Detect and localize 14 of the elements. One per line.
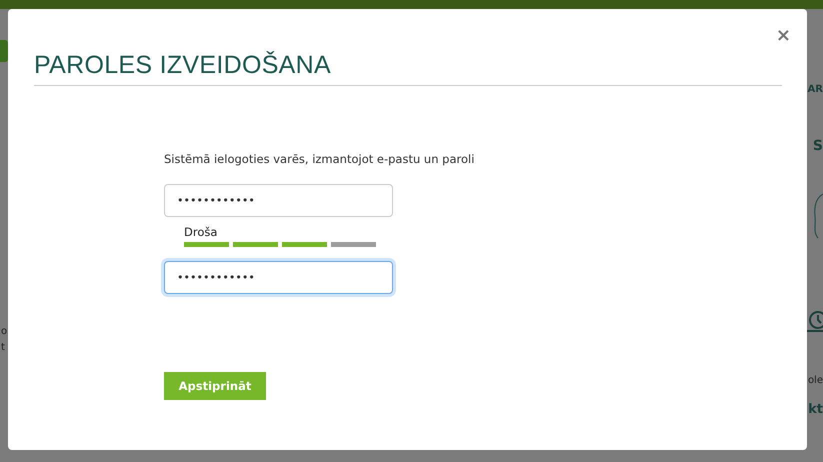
dialog-title: PAROLES IZVEIDOŠANA	[34, 45, 782, 86]
instruction-text: Sistēmā ielogoties varēs, izmantojot e-pastu un paroli	[164, 152, 474, 166]
background-text: o	[1, 326, 8, 337]
background-text: kt	[808, 402, 823, 417]
clock-icon	[807, 309, 823, 333]
password-field[interactable]: ••••••••••••	[164, 261, 393, 294]
logo-icon	[0, 40, 8, 62]
password-field[interactable]: ••••••••••••	[164, 184, 393, 217]
background-text: ole	[808, 375, 823, 386]
strength-label: Droša	[184, 225, 218, 239]
background-text: AR	[808, 84, 823, 95]
background-text: t	[1, 342, 5, 353]
background-text: S	[812, 138, 823, 154]
close-button[interactable]: ×	[776, 27, 791, 45]
